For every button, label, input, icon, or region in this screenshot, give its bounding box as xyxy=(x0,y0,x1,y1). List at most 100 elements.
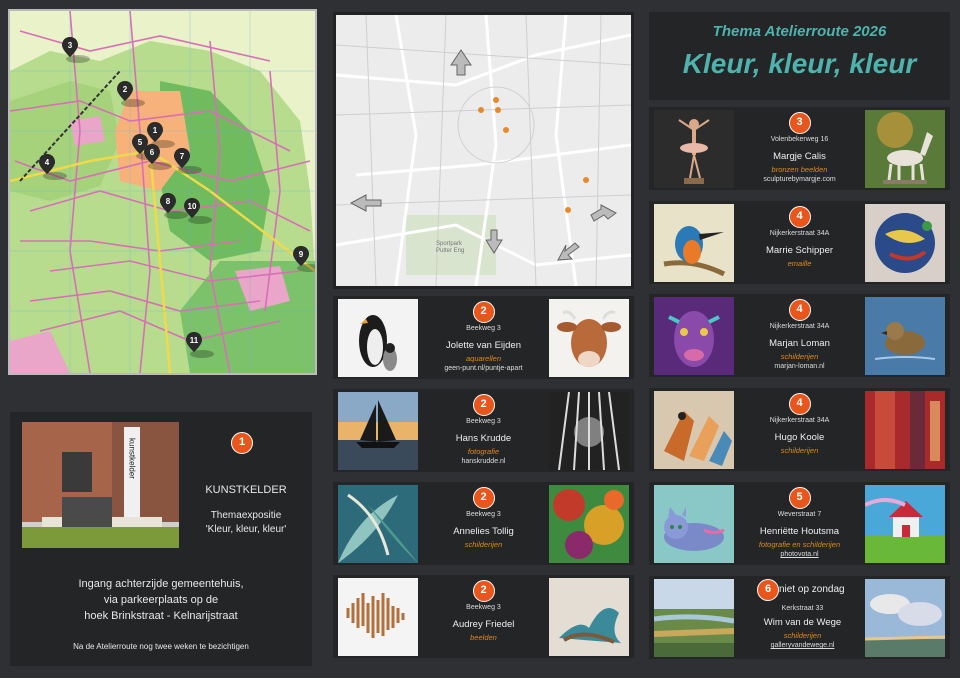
artist-website[interactable]: geen-punt.nl/puntje-apart xyxy=(423,365,544,372)
artist-address: Nijkerkerstraat 34A xyxy=(769,323,830,330)
map-pin-7[interactable]: 7 xyxy=(174,148,204,179)
artwork-right[interactable] xyxy=(549,485,629,563)
kunstkelder-name: KUNSTKELDER xyxy=(205,484,287,496)
area-map[interactable]: 3 2 1 5 6 7 4 8 10 9 11 xyxy=(8,9,317,375)
theme-title: Kleur, kleur, kleur xyxy=(682,48,917,79)
exhibition-note: Na de Atelierroute nog twee weken te bez… xyxy=(73,642,249,651)
map-pin-label: 5 xyxy=(138,138,143,147)
artwork-right[interactable] xyxy=(865,297,945,375)
center-map[interactable]: Sportpark Putter Eng xyxy=(333,12,634,289)
artist-info: 5 Weverstraat 7 Henriëtte Houtsma fotografi… xyxy=(739,482,860,565)
artist-address: Nijkerkerstraat 34A xyxy=(769,230,830,237)
artist-name: Marjan Loman xyxy=(769,338,830,349)
artist-discipline: fotografie xyxy=(467,447,500,456)
artwork-left[interactable] xyxy=(338,578,418,656)
artwork-left[interactable] xyxy=(338,299,418,377)
artist-discipline: beelden xyxy=(470,633,497,642)
kunstkelder-badge: 1 xyxy=(231,432,253,454)
map-pin-4[interactable]: 4 xyxy=(39,154,69,185)
location-badge: 2 xyxy=(472,301,495,323)
artist-discipline: aquarellen xyxy=(465,354,502,363)
location-badge: 2 xyxy=(472,394,495,416)
artwork-right[interactable] xyxy=(865,485,945,563)
artist-info: 2 Beekweg 3 Audrey Friedel beelden xyxy=(423,575,544,658)
artist-name: Annelies Tollig xyxy=(453,526,514,537)
expo-line-2: 'Kleur, kleur, kleur' xyxy=(205,524,287,535)
artist-card[interactable]: 5 Weverstraat 7 Henriëtte Houtsma fotografi… xyxy=(649,482,950,565)
map-pin-label: 8 xyxy=(166,197,171,206)
location-badge: 2 xyxy=(472,487,495,509)
artist-website[interactable]: sculpturebymargje.com xyxy=(739,176,860,183)
entry-line-1: Ingang achterzijde gemeentehuis, xyxy=(78,578,244,590)
map-pin-6[interactable]: 6 xyxy=(144,144,174,175)
artwork-left[interactable] xyxy=(654,110,734,188)
artist-discipline: schilderijen xyxy=(783,631,822,640)
artist-card[interactable]: 4 Nijkerkerstraat 34A Marrie Schipper email… xyxy=(649,201,950,284)
artist-name: Marrie Schipper xyxy=(765,245,834,256)
artist-card[interactable]: 4 Nijkerkerstraat 34A Hugo Koole schilderij… xyxy=(649,388,950,471)
artist-card[interactable]: 2 Beekweg 3 Hans Krudde fotografie hanskrudd… xyxy=(333,389,634,472)
map-pin-2[interactable]: 2 xyxy=(117,81,147,112)
location-badge: 2 xyxy=(472,580,495,602)
artist-website[interactable]: galleryvandewege.nl xyxy=(745,642,860,649)
park-label: Sportpark xyxy=(436,241,463,247)
map-pin-11[interactable]: 11 xyxy=(186,332,216,363)
artist-name: Wim van de Wege xyxy=(763,617,842,628)
artwork-right[interactable] xyxy=(865,110,945,188)
location-badge: 4 xyxy=(788,299,811,321)
artist-card[interactable]: 3 Volenbekerweg 16 Margje Calis bronzen bee… xyxy=(649,107,950,190)
artist-info: 4 Nijkerkerstraat 34A Marjan Loman schilder… xyxy=(739,294,860,377)
kunstkelder-photo: kunstkelder xyxy=(22,422,179,548)
artist-address: Beekweg 3 xyxy=(466,604,501,611)
artwork-right[interactable] xyxy=(865,204,945,282)
artwork-left[interactable] xyxy=(654,579,734,657)
title-panel: Thema Atelierroute 2026 Kleur, kleur, kl… xyxy=(649,12,950,100)
map-pin-label: 2 xyxy=(123,85,128,94)
center-map-svg: Sportpark Putter Eng xyxy=(336,15,631,286)
map-pin-label: 3 xyxy=(68,41,73,50)
artist-discipline: emaille xyxy=(787,259,812,268)
artwork-right[interactable] xyxy=(865,579,945,657)
map-pin-label: 7 xyxy=(180,152,185,161)
artist-info: 4 Nijkerkerstraat 34A Marrie Schipper email… xyxy=(739,201,860,284)
area-map-svg xyxy=(10,11,315,373)
artist-discipline: fotografie en schilderijen xyxy=(758,540,841,549)
artist-website[interactable]: photovota.nl xyxy=(739,551,860,558)
artist-address: Beekweg 3 xyxy=(466,511,501,518)
artist-address: Nijkerkerstraat 34A xyxy=(769,417,830,424)
artist-address: Beekweg 3 xyxy=(466,325,501,332)
artwork-right[interactable] xyxy=(865,391,945,469)
artist-card[interactable]: 2 Beekweg 3 Audrey Friedel beelden xyxy=(333,575,634,658)
artwork-right[interactable] xyxy=(549,299,629,377)
artist-website[interactable]: marjan-loman.nl xyxy=(739,363,860,370)
closed-note: niet op zondag xyxy=(779,584,845,595)
artist-discipline: schilderijen xyxy=(464,540,503,549)
artwork-left[interactable] xyxy=(338,485,418,563)
artwork-left[interactable] xyxy=(338,392,418,470)
artist-info: 2 Beekweg 3 Jolette van Eijden aquarellen ge… xyxy=(423,296,544,379)
artist-info: 2 Beekweg 3 Annelies Tollig schilderijen xyxy=(423,482,544,565)
artwork-left[interactable] xyxy=(654,485,734,563)
map-pin-9[interactable]: 9 xyxy=(293,246,315,277)
artwork-left[interactable] xyxy=(654,297,734,375)
artwork-right[interactable] xyxy=(549,578,629,656)
map-pin-10[interactable]: 10 xyxy=(184,198,214,229)
location-badge: 5 xyxy=(788,487,811,509)
location-badge: 4 xyxy=(788,206,811,228)
artist-discipline: schilderijen xyxy=(780,352,819,361)
map-pin-3[interactable]: 3 xyxy=(62,37,92,68)
expo-line-1: Themaexpositie xyxy=(210,510,282,521)
artist-name: Margje Calis xyxy=(773,151,826,162)
artist-card[interactable]: 4 Nijkerkerstraat 34A Marjan Loman schilder… xyxy=(649,294,950,377)
artist-website[interactable]: hanskrudde.nl xyxy=(423,458,544,465)
artwork-right[interactable] xyxy=(549,392,629,470)
svg-text:Putter Eng: Putter Eng xyxy=(436,248,464,254)
artist-card[interactable]: 2 Beekweg 3 Annelies Tollig schilderijen xyxy=(333,482,634,565)
artist-card[interactable]: 6 Kerkstraat 33 Wim van de Wege schilderije… xyxy=(649,576,950,659)
artist-name: Audrey Friedel xyxy=(452,619,515,630)
artwork-left[interactable] xyxy=(654,204,734,282)
artist-card[interactable]: 2 Beekweg 3 Jolette van Eijden aquarellen ge… xyxy=(333,296,634,379)
artist-name: Henriëtte Houtsma xyxy=(759,526,840,537)
artist-name: Hans Krudde xyxy=(455,433,512,444)
artwork-left[interactable] xyxy=(654,391,734,469)
